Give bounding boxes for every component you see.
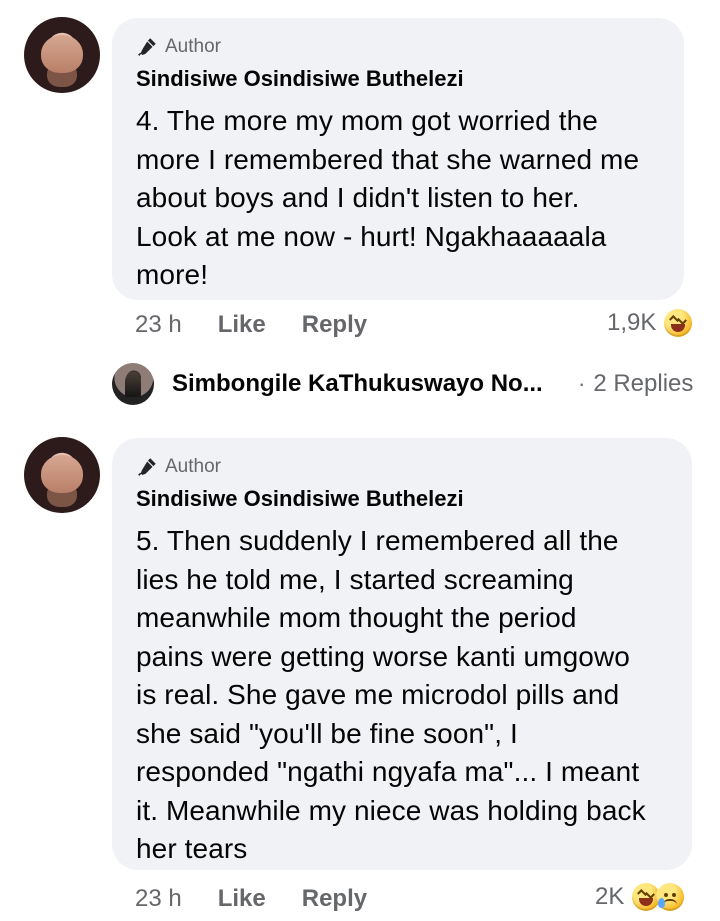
commenter-name[interactable]: Sindisiwe Osindisiwe Buthelezi — [136, 66, 662, 92]
comment-actions: 23 h Like Reply — [135, 885, 367, 913]
reply-button[interactable]: Reply — [302, 885, 367, 913]
microphone-icon — [138, 458, 156, 476]
comment-text: 4. The more my mom got worried the more … — [136, 105, 640, 290]
laugh-icon — [664, 309, 693, 337]
timestamp[interactable]: 23 h — [135, 311, 182, 339]
avatar[interactable] — [24, 437, 100, 513]
comment-bubble: Author Sindisiwe Osindisiwe Buthelezi 5.… — [112, 438, 692, 870]
reply-avatar — [112, 363, 154, 405]
comment-text: 5. Then suddenly I remembered all the li… — [136, 525, 646, 864]
reaction-count: 2K — [595, 883, 625, 910]
like-button[interactable]: Like — [218, 885, 266, 913]
timestamp[interactable]: 23 h — [135, 885, 182, 913]
avatar[interactable] — [24, 17, 100, 93]
microphone-icon — [138, 38, 156, 56]
comment-bubble: Author Sindisiwe Osindisiwe Buthelezi 4.… — [112, 18, 684, 300]
author-badge-row: Author — [136, 456, 670, 478]
view-replies-row[interactable]: Simbongile KaThukuswayo No... · 2 Replie… — [112, 363, 697, 405]
laugh-mouth — [639, 898, 654, 906]
reaction-count: 1,9K — [607, 309, 657, 336]
author-badge-row: Author — [136, 36, 662, 58]
commenter-name[interactable]: Sindisiwe Osindisiwe Buthelezi — [136, 486, 670, 512]
separator-dot: · — [578, 371, 586, 396]
sad-icon — [656, 883, 685, 911]
tear-icon — [658, 898, 666, 908]
comment-actions: 23 h Like Reply — [135, 311, 367, 339]
reaction-summary[interactable]: 2K — [595, 883, 685, 911]
replies-count[interactable]: 2 Replies — [593, 370, 693, 398]
reply-author-name[interactable]: Simbongile KaThukuswayo No... — [172, 370, 562, 398]
sad-mouth — [663, 899, 678, 905]
author-badge: Author — [165, 36, 221, 57]
like-button[interactable]: Like — [218, 311, 266, 339]
reply-button[interactable]: Reply — [302, 311, 367, 339]
author-badge: Author — [165, 456, 221, 477]
laugh-mouth — [671, 324, 686, 332]
reaction-summary[interactable]: 1,9K — [607, 309, 693, 337]
